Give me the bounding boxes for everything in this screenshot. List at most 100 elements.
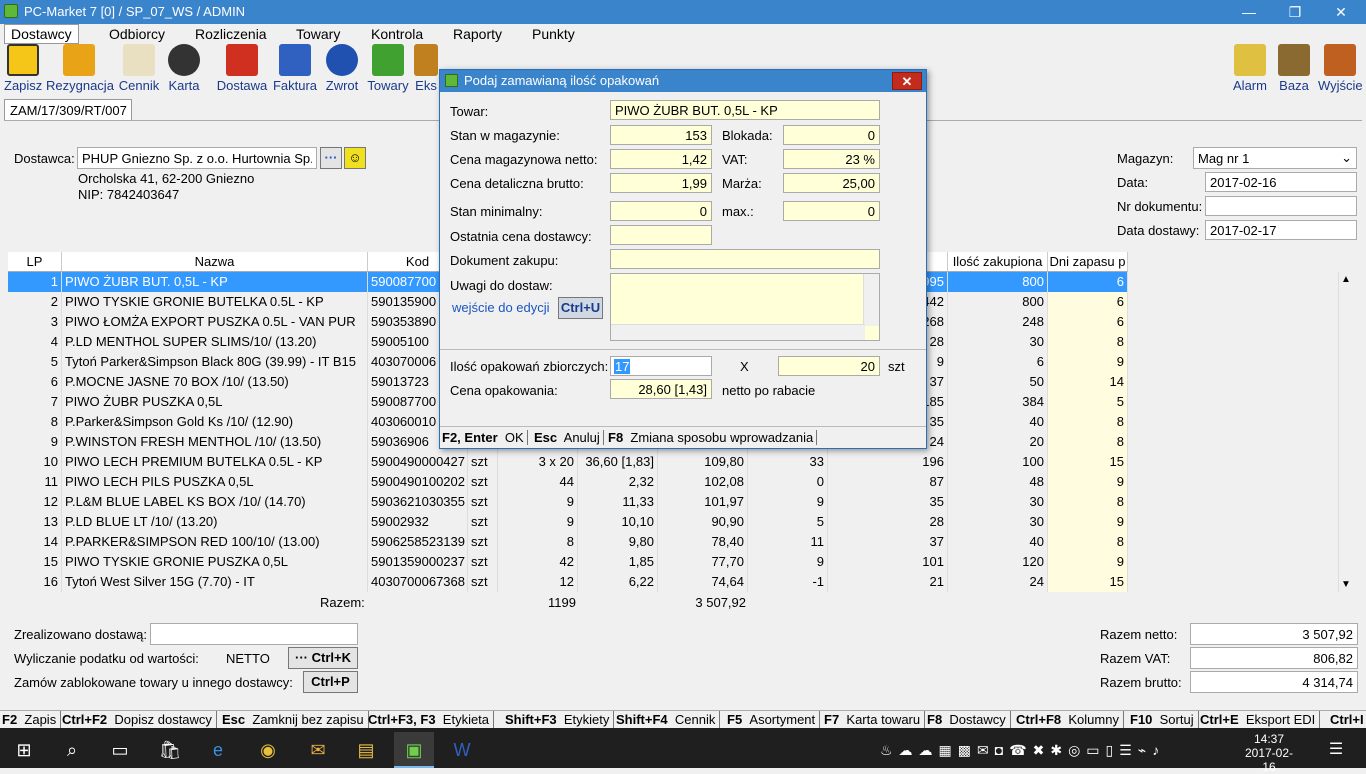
shortcut-key[interactable]: Ctrl+F3, F3 Etykieta (368, 711, 495, 729)
close-window-button[interactable]: ✕ (1318, 0, 1364, 24)
table-row[interactable]: 14 P.PARKER&SIMPSON RED 100/10/ (13.00) 59… (8, 532, 1128, 552)
card-button[interactable]: Karta (166, 44, 202, 96)
notes-hscroll[interactable] (611, 324, 865, 340)
minimize-button[interactable]: — (1226, 0, 1272, 24)
ok-key[interactable]: F2, Enter OK (442, 430, 528, 445)
dialog-title-bar[interactable]: Podaj zamawianą ilość opakowań (440, 70, 926, 92)
table-cell: 11,33 (578, 492, 658, 512)
table-cell: P.WINSTON FRESH MENTHOL /10/ (13.50) (62, 432, 368, 452)
table-row[interactable]: 10 PIWO LECH PREMIUM BUTELKA 0.5L - KP 590… (8, 452, 1128, 472)
save-button[interactable]: Zapisz (4, 44, 42, 96)
tray-icons[interactable]: ♨☁☁▦▩✉◘☎✖✱◎▭▯☰⌁♪ (880, 732, 1200, 768)
menu-rozliczenia[interactable]: Rozliczenia (195, 26, 267, 42)
shortcut-key[interactable]: Shift+F4 Cennik (616, 711, 721, 729)
warehouse-select[interactable]: Mag nr 1 ⌄ (1193, 147, 1357, 169)
shortcut-key[interactable]: Ctrl+F2 Dopisz dostawcy (62, 711, 217, 729)
scroll-up-icon[interactable]: ▲ (1341, 274, 1351, 285)
edit-notes-link[interactable]: wejście do edycji (452, 300, 550, 315)
dialog-close-button[interactable]: ✕ (892, 72, 922, 90)
exit-button[interactable]: Wyjście (1318, 44, 1363, 96)
table-row[interactable]: 12 P.L&M BLUE LABEL KS BOX /10/ (14.70) 59… (8, 492, 1128, 512)
delivery-button[interactable]: Dostawa (216, 44, 268, 96)
invoice-button[interactable]: Faktura (272, 44, 318, 96)
pack-size-field (778, 356, 880, 376)
table-cell: P.LD MENTHOL SUPER SLIMS/10/ (13.20) (62, 332, 368, 352)
menu-kontrola[interactable]: Kontrola (371, 26, 423, 42)
column-header[interactable]: Nazwa (62, 252, 368, 272)
table-row[interactable]: 15 PIWO TYSKIE GRONIE PUSZKA 0,5L 59013590… (8, 552, 1128, 572)
supplier-field[interactable] (77, 147, 317, 169)
shortcut-key[interactable]: F5 Asortyment (727, 711, 821, 729)
menu-odbiorcy[interactable]: Odbiorcy (109, 26, 165, 42)
notifications-icon[interactable]: ☰ (1316, 732, 1356, 768)
windows-start-icon[interactable]: ⊞ (4, 732, 44, 768)
shortcut-key[interactable]: F10 Sortuj (1130, 711, 1199, 729)
save-label: Zapisz (4, 78, 43, 93)
table-scrollbar[interactable]: ▲ ▼ (1338, 272, 1356, 592)
edit-notes-button[interactable]: Ctrl+U (558, 297, 603, 319)
return-button[interactable]: Zwrot (324, 44, 360, 96)
column-header[interactable]: Dni zapasu p (1048, 252, 1128, 272)
delivery-date-field[interactable] (1205, 220, 1357, 240)
folder-icon[interactable]: ▤ (346, 732, 386, 768)
cancel-key[interactable]: Esc Anuluj (534, 430, 604, 445)
tax-ctrlk-button[interactable]: ··· Ctrl+K (288, 647, 358, 669)
table-cell: 15 (1048, 452, 1128, 472)
table-cell: 5903621030355 (368, 492, 468, 512)
chrome-icon[interactable]: ◉ (248, 732, 288, 768)
pricelist-button[interactable]: Cennik (118, 44, 160, 96)
mode-key[interactable]: F8 Zmiana sposobu wprowadzania (608, 430, 818, 445)
min-stock-field[interactable] (610, 201, 712, 221)
notes-area[interactable] (610, 273, 880, 341)
menu-towary[interactable]: Towary (296, 26, 340, 42)
chevron-down-icon: ⌄ (1341, 150, 1352, 165)
table-cell: P.PARKER&SIMPSON RED 100/10/ (13.00) (62, 532, 368, 552)
ie-icon[interactable]: e (198, 732, 238, 768)
shortcut-key[interactable]: F7 Karta towaru (824, 711, 926, 729)
word-icon[interactable]: W (442, 732, 482, 768)
max-stock-field[interactable] (783, 201, 880, 221)
blocked-order-button[interactable]: Ctrl+P (303, 671, 358, 693)
scroll-down-icon[interactable]: ▼ (1341, 579, 1351, 590)
alarm-button[interactable]: Alarm (1232, 44, 1268, 96)
menu-punkty[interactable]: Punkty (532, 26, 575, 42)
shortcut-key[interactable]: Ctrl+I (1330, 711, 1366, 729)
table-row[interactable]: 13 P.LD BLUE LT /10/ (13.20) 59002932 szt 9 1… (8, 512, 1128, 532)
table-row[interactable]: 11 PIWO LECH PILS PUSZKA 0,5L 590049010020… (8, 472, 1128, 492)
gross-total-field (1190, 671, 1358, 693)
database-button[interactable]: Baza (1276, 44, 1312, 96)
shortcut-key[interactable]: F2 Zapis (2, 711, 62, 729)
table-cell: 30 (948, 492, 1048, 512)
dialog-app-icon (445, 74, 458, 87)
shortcut-key[interactable]: F8 Dostawcy (927, 711, 1011, 729)
goods-button[interactable]: Towary (366, 44, 410, 96)
table-row[interactable]: 16 Tytoń West Silver 15G (7.70) - IT 40307… (8, 572, 1128, 592)
menu-dostawcy[interactable]: Dostawcy (4, 24, 79, 44)
store-icon[interactable]: 🛍 (150, 732, 190, 768)
pcmarket-taskbar-icon[interactable]: ▣ (394, 732, 434, 768)
shortcut-key[interactable]: Esc Zamknij bez zapisu (222, 711, 369, 729)
cancel-button[interactable]: Rezygnacja (46, 44, 114, 96)
docnum-field[interactable] (1205, 196, 1357, 216)
date-field[interactable] (1205, 172, 1357, 192)
shortcut-key-text: Eksport EDI (1245, 712, 1316, 727)
mail-app-icon[interactable]: ✉ (298, 732, 338, 768)
export-button[interactable]: Eks (414, 44, 438, 96)
supplier-card-button[interactable]: ☺ (344, 147, 366, 169)
shortcut-key[interactable]: Shift+F3 Etykiety (505, 711, 615, 729)
maximize-button[interactable]: ❐ (1272, 0, 1318, 24)
search-icon[interactable]: ⌕ (52, 732, 92, 768)
notes-vscroll[interactable] (863, 274, 879, 326)
document-tab[interactable]: ZAM/17/309/RT/007 (4, 99, 132, 121)
task-view-icon[interactable]: ▭ (100, 732, 140, 768)
column-header[interactable]: LP (8, 252, 62, 272)
column-header[interactable]: Ilość zakupiona (948, 252, 1048, 272)
menu-raporty[interactable]: Raporty (453, 26, 502, 42)
supplier-select-button[interactable]: ··· (320, 147, 342, 169)
fulfilled-field[interactable] (150, 623, 358, 645)
table-cell: 800 (948, 292, 1048, 312)
shortcut-key[interactable]: Ctrl+F8 Kolumny (1016, 711, 1124, 729)
table-cell: 15 (1048, 572, 1128, 592)
table-cell: 77,70 (658, 552, 748, 572)
shortcut-key[interactable]: Ctrl+E Eksport EDI (1200, 711, 1321, 729)
